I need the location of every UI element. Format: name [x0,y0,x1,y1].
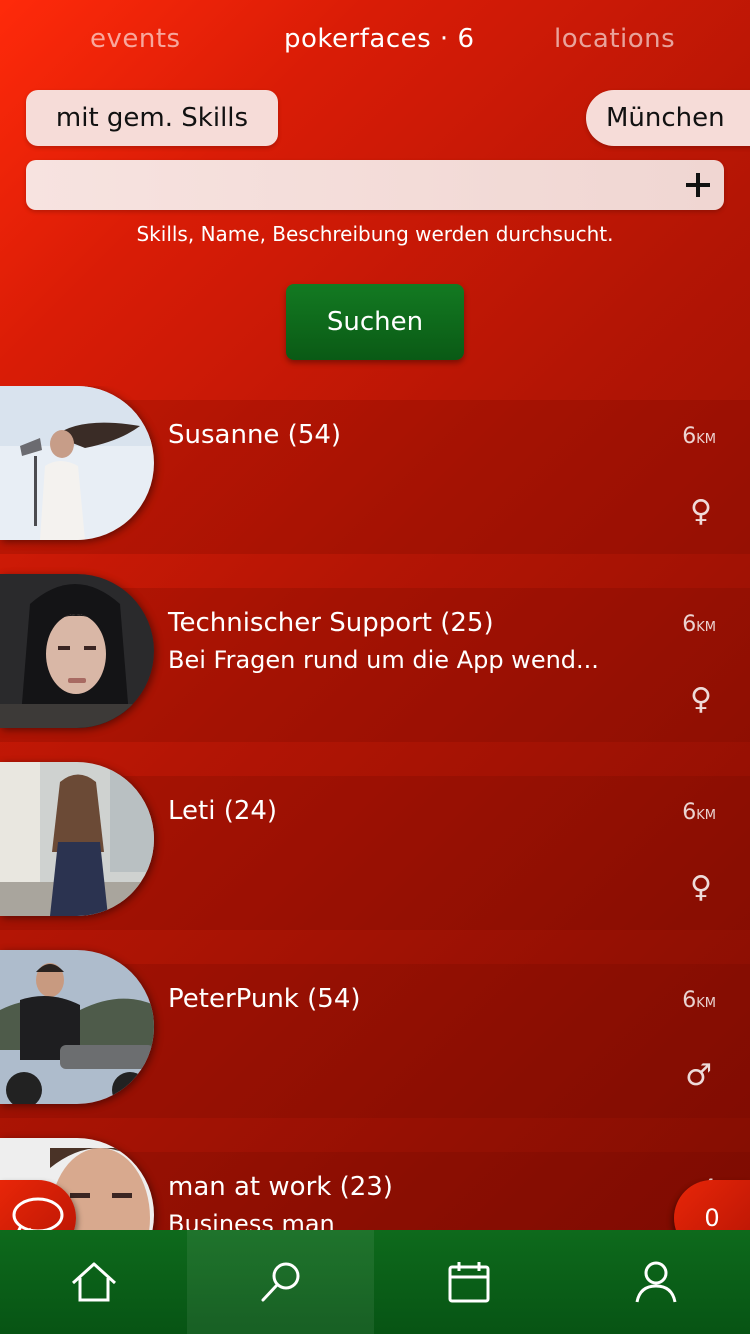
avatar[interactable] [0,386,154,540]
distance-value: 6 [682,988,697,1013]
profile-name: Technischer Support (25) [168,608,494,638]
top-tabs: events pokerfaces · 6 locations [0,24,750,68]
profile-icon [635,1261,676,1303]
profile-name: Leti (24) [168,796,278,826]
female-icon: ♀ [690,870,712,905]
male-icon: ♂ [685,1058,712,1093]
tab-pokerfaces[interactable]: pokerfaces · 6 [284,24,475,54]
search-button[interactable]: Suchen [286,284,464,360]
distance: 6KM [682,424,716,449]
tab-events[interactable]: events [90,24,181,54]
skills-filter-button[interactable]: mit gem. Skills [26,90,278,146]
profile-description: Bei Fragen rund um die App wend... [168,646,599,674]
female-icon: ♀ [690,494,712,529]
profile-description: Business man [168,1210,335,1231]
avatar-image [0,386,154,540]
list-item[interactable]: PeterPunk (54) 6KM ♂ [0,950,750,1118]
list-item[interactable]: Technischer Support (25) Bei Fragen rund… [0,574,750,742]
profile-name: Susanne (54) [168,420,342,450]
distance-unit: KM [696,432,716,447]
list-item[interactable]: Leti (24) 6KM ♀ [0,762,750,930]
home-icon [71,1262,116,1302]
list-item[interactable]: Susanne (54) 6KM ♀ [0,386,750,554]
distance-value: 6 [682,800,697,825]
nav-calendar[interactable] [375,1230,562,1334]
nav-home[interactable] [0,1230,187,1334]
avatar[interactable] [0,762,154,916]
search-field [26,160,724,210]
distance-value: 6 [682,612,697,637]
distance: 6KM [682,988,716,1013]
list-item[interactable]: man at work (23) Business man 4 [0,1138,750,1231]
avatar-image [0,762,154,916]
profile-list: Susanne (54) 6KM ♀ Technischer Support (… [0,386,750,1231]
nav-search[interactable] [187,1230,374,1334]
female-icon: ♀ [690,682,712,717]
nav-profile[interactable] [562,1230,749,1334]
avatar[interactable] [0,950,154,1104]
avatar-image [0,950,154,1104]
bottom-navigation [0,1230,750,1334]
search-icon [261,1262,299,1302]
city-filter-button[interactable]: München [586,90,750,146]
distance-unit: KM [696,620,716,635]
search-input[interactable] [40,168,680,202]
search-hint: Skills, Name, Beschreibung werden durchs… [136,222,614,246]
distance-unit: KM [696,808,716,823]
distance-unit: KM [696,996,716,1011]
plus-icon[interactable] [684,166,712,204]
avatar-image [0,574,154,728]
profile-name: man at work (23) [168,1172,393,1202]
calendar-icon [448,1262,489,1303]
tab-locations[interactable]: locations [554,24,675,54]
avatar[interactable] [0,574,154,728]
distance: 6KM [682,800,716,825]
profile-name: PeterPunk (54) [168,984,361,1014]
distance: 6KM [682,612,716,637]
distance-value: 6 [682,424,697,449]
